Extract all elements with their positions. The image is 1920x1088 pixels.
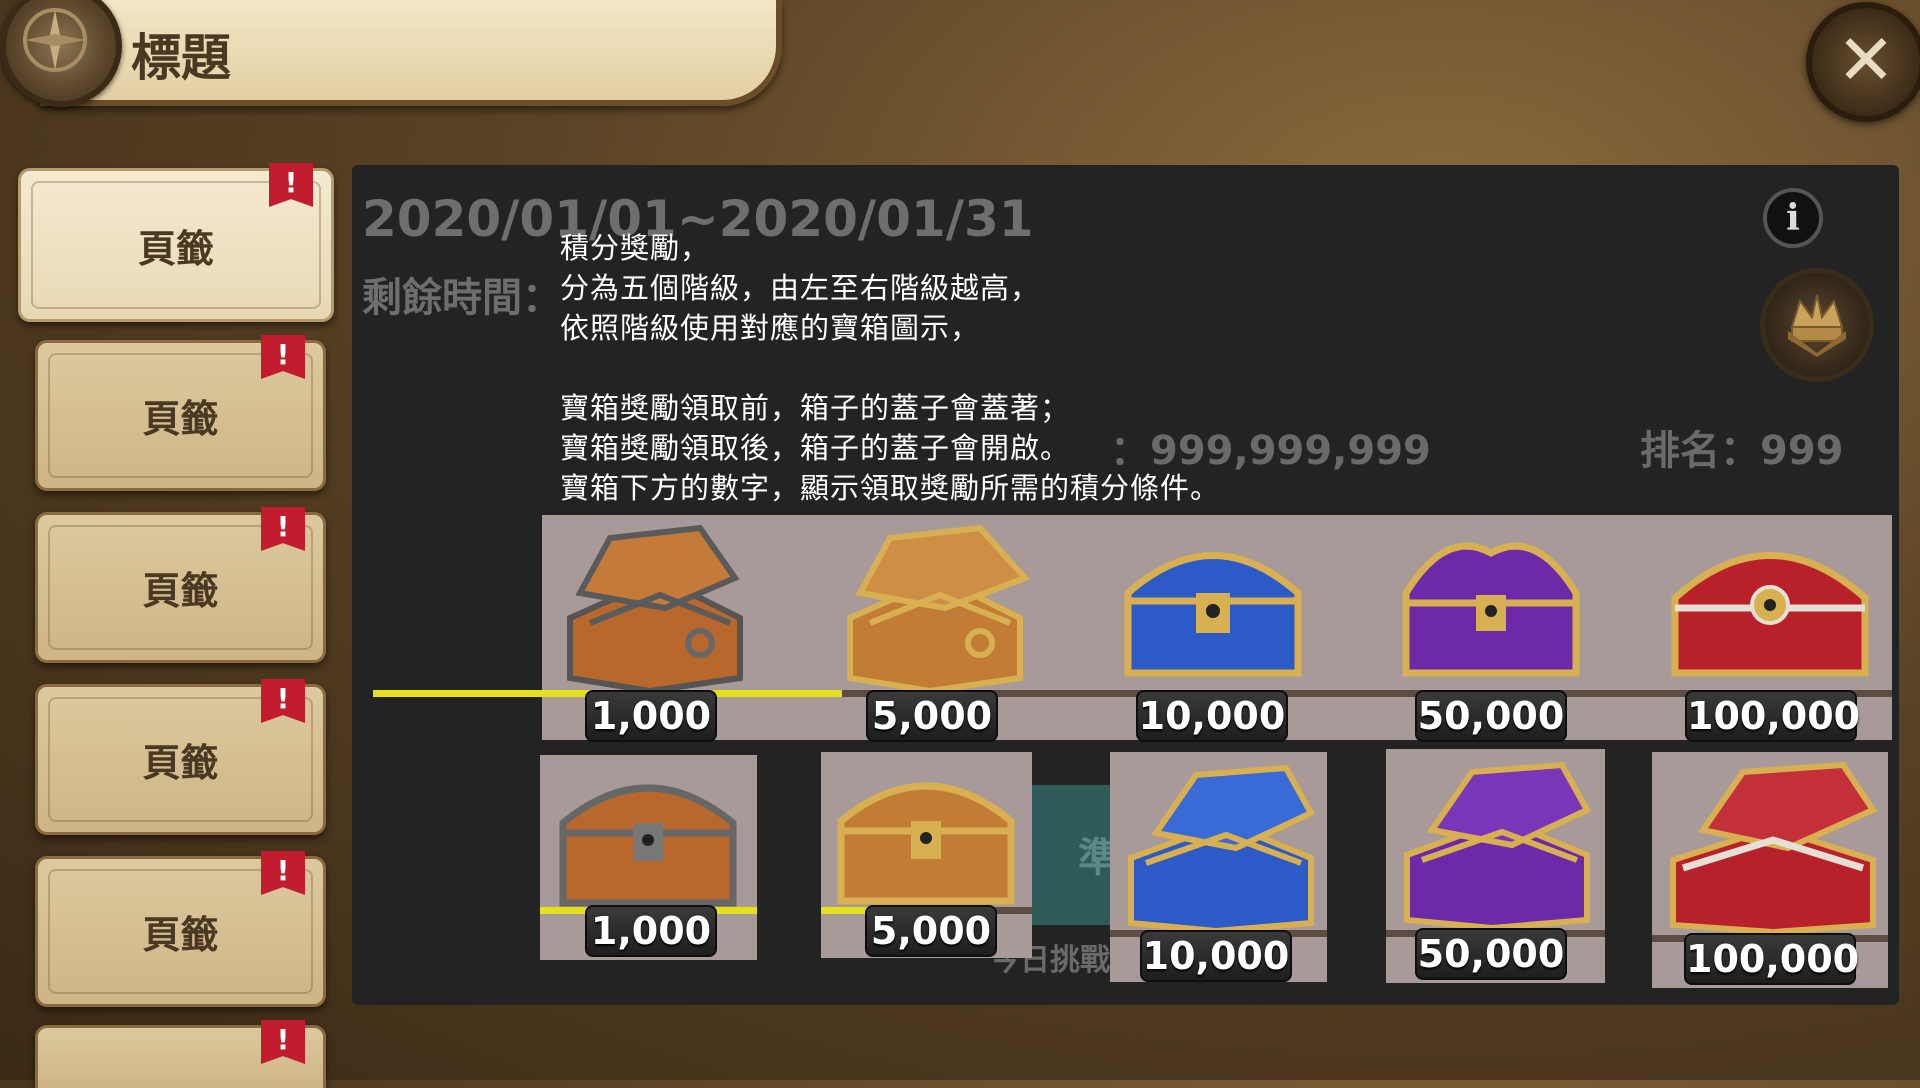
chest-value-badge: 50,000 bbox=[1415, 928, 1567, 980]
tab-2[interactable]: 頁籤 ! bbox=[35, 335, 326, 491]
note-line: 寶箱獎勵領取前，箱子的蓋子會蓋著； bbox=[560, 391, 1071, 425]
chest-value-badge: 100,000 bbox=[1684, 933, 1859, 985]
chest-value-badge: 5,000 bbox=[865, 905, 997, 957]
tab-5[interactable]: 頁籤 ! bbox=[35, 851, 326, 1007]
chest-value-badge: 5,000 bbox=[866, 690, 998, 742]
title-bar: 標題 bbox=[40, 0, 782, 106]
tab-6[interactable]: ! bbox=[35, 1020, 326, 1088]
alert-badge: ! bbox=[261, 1020, 305, 1064]
chest-value-badge: 50,000 bbox=[1415, 690, 1567, 742]
chest-value-badge: 10,000 bbox=[1140, 930, 1292, 982]
chest-value-badge: 100,000 bbox=[1685, 690, 1860, 742]
info-icon[interactable]: i bbox=[1763, 188, 1823, 248]
remaining-time-label: 剩餘時間： bbox=[362, 275, 562, 321]
note-line bbox=[560, 348, 1220, 388]
page-title: 標題 bbox=[131, 29, 231, 87]
chest-value-badge: 1,000 bbox=[585, 690, 717, 742]
note-line: 寶箱獎勵領取後，箱子的蓋子會開啟。 bbox=[560, 431, 1071, 465]
annotation-note: 積分獎勵， 分為五個階級，由左至右階級越高， 依照階級使用對應的寶箱圖示， 寶箱… bbox=[560, 228, 1220, 508]
note-line: 依照階級使用對應的寶箱圖示， bbox=[560, 311, 981, 345]
tab-4[interactable]: 頁籤 ! bbox=[35, 679, 326, 835]
tab-3[interactable]: 頁籤 ! bbox=[35, 507, 326, 663]
note-line: 積分獎勵， bbox=[560, 231, 711, 265]
note-line: 寶箱下方的數字，顯示領取獎勵所需的積分條件。 bbox=[560, 471, 1221, 505]
note-line: 分為五個階級，由左至右階級越高， bbox=[560, 271, 1041, 305]
chest-value-badge: 10,000 bbox=[1136, 690, 1288, 742]
close-button[interactable]: ✕ bbox=[1806, 2, 1920, 122]
tab-1[interactable]: 頁籤 ! bbox=[18, 163, 334, 322]
chest-value-badge: 1,000 bbox=[585, 905, 717, 957]
crown-icon[interactable] bbox=[1760, 268, 1874, 382]
close-icon: ✕ bbox=[1836, 19, 1896, 101]
rank-value: 排名：999 bbox=[1640, 428, 1844, 474]
progress-bar bbox=[373, 690, 548, 697]
